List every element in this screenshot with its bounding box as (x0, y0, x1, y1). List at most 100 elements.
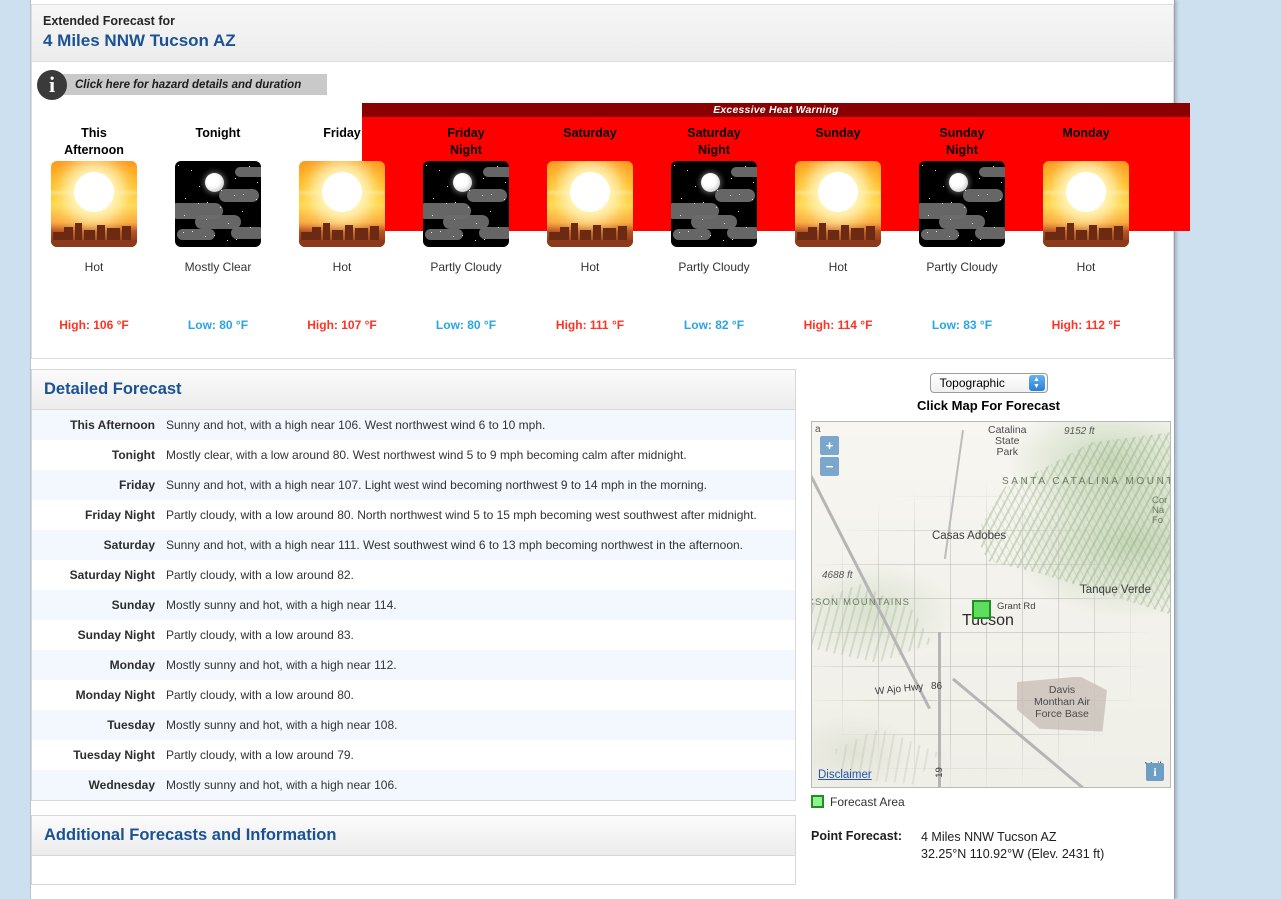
forecast-period-name: Saturday (563, 125, 617, 140)
forecast-period-4[interactable]: Saturday Hot High: 111 °F (528, 103, 652, 333)
forecast-period-name: This Afternoon (64, 125, 124, 157)
table-row: Tonight Mostly clear, with a low around 8… (32, 439, 795, 470)
forecast-period-1[interactable]: Tonight Mostly Clear Low: 80 °F (156, 103, 280, 333)
map-corner-letter: a (815, 423, 821, 435)
detailed-row-text: Partly cloudy, with a low around 80. (166, 687, 354, 702)
forecast-period-6[interactable]: Sunday Hot High: 114 °F (776, 103, 900, 333)
detailed-row-label: Tuesday (107, 717, 155, 732)
sunny-hot-icon (547, 160, 633, 247)
forecast-period-condition: Mostly Clear (184, 259, 252, 274)
detailed-forecast-section: Detailed Forecast This Afternoon Sunny an… (31, 368, 796, 801)
forecast-period-2[interactable]: Friday Hot High: 107 °F (280, 103, 404, 333)
detailed-row-label: Friday Night (84, 507, 155, 522)
detailed-row-text: Partly cloudy, with a low around 82. (166, 567, 354, 582)
hazard-label: Click here for hazard details and durati… (75, 78, 302, 91)
table-row: Sunday Mostly sunny and hot, with a high … (32, 589, 795, 620)
table-row: Sunday Night Partly cloudy, with a low ar… (32, 619, 795, 650)
detailed-row-label: Monday Night (75, 687, 155, 702)
table-row: This Afternoon Sunny and hot, with a high… (32, 409, 795, 440)
table-row: Monday Night Partly cloudy, with a low ar… (32, 679, 795, 710)
forecast-period-temperature: High: 114 °F (803, 317, 873, 332)
zoom-in-button[interactable]: + (820, 435, 839, 455)
table-row: Saturday Night Partly cloudy, with a low … (32, 559, 795, 590)
table-row: Wednesday Mostly sunny and hot, with a hi… (32, 769, 795, 800)
forecast-period-condition: Hot (84, 259, 104, 274)
point-forecast-values: 4 Miles NNW Tucson AZ 32.25°N 110.92°W (… (921, 829, 1104, 863)
legend-label: Forecast Area (830, 794, 905, 809)
detailed-row-text: Mostly sunny and hot, with a high near 1… (166, 597, 397, 612)
table-row: Saturday Sunny and hot, with a high near … (32, 529, 795, 560)
chevron-updown-icon[interactable]: ▲ ▼ (1028, 374, 1045, 391)
detailed-row-label: Tonight (111, 447, 155, 462)
detailed-row-text: Sunny and hot, with a high near 106. Wes… (166, 417, 546, 432)
forecast-period-temperature: Low: 80 °F (435, 317, 497, 332)
detailed-row-text: Partly cloudy, with a low around 79. (166, 747, 354, 762)
map-label-coronado-forest: Cor Na Fo (1152, 494, 1168, 526)
detailed-row-text: Mostly sunny and hot, with a high near 1… (166, 717, 398, 732)
page-background: Extended Forecast for 4 Miles NNW Tucson… (0, 0, 1281, 899)
forecast-period-8[interactable]: Monday Hot High: 112 °F (1024, 103, 1148, 333)
table-row: Friday Night Partly cloudy, with a low ar… (32, 499, 795, 530)
forecast-period-condition: Hot (828, 259, 848, 274)
forecast-period-7[interactable]: Sunday Night Partly Cloudy Low: 83 °F (900, 103, 1024, 333)
detailed-row-text: Sunny and hot, with a high near 111. Wes… (166, 537, 744, 552)
map-label-elev-4688: 4688 ft (822, 569, 853, 581)
forecast-period-3[interactable]: Friday Night Partly Cloudy Low: 80 °F (404, 103, 528, 333)
info-icon: i (37, 69, 67, 100)
forecast-period-5[interactable]: Saturday Night Partly Cloudy Low: 82 °F (652, 103, 776, 333)
zoom-out-button[interactable]: − (820, 456, 839, 476)
page-subtitle: Extended Forecast for (43, 14, 175, 28)
forecast-period-name: Sunday (815, 125, 861, 140)
additional-forecasts-title: Additional Forecasts and Information (44, 825, 337, 844)
detailed-row-text: Mostly sunny and hot, with a high near 1… (166, 657, 397, 672)
map-label-santa-catalina: SANTA CATALINA MOUNT (1002, 475, 1171, 487)
forecast-period-temperature: High: 112 °F (1051, 317, 1121, 332)
forecast-period-condition: Partly Cloudy (926, 259, 998, 274)
detailed-forecast-title: Detailed Forecast (44, 379, 182, 398)
detailed-row-label: Saturday (103, 537, 155, 552)
lower-section: Detailed Forecast This Afternoon Sunny an… (31, 368, 1174, 899)
detailed-forecast-table: This Afternoon Sunny and hot, with a high… (32, 409, 795, 800)
map-label-catalina-state-park: Catalina State Park (988, 423, 1027, 458)
forecast-area-marker[interactable] (972, 599, 991, 619)
forecast-periods-list: This Afternoon Hot High: 106 °F Tonight Mostl… (32, 103, 1173, 333)
table-row: Friday Sunny and hot, with a high near 10… (32, 469, 795, 500)
detailed-row-label: Tuesday Night (73, 747, 155, 762)
additional-forecasts-section: Additional Forecasts and Information (31, 814, 796, 885)
table-row: Tuesday Night Partly cloudy, with a low a… (32, 739, 795, 770)
forecast-period-temperature: High: 111 °F (555, 317, 625, 332)
map-info-icon[interactable]: i (1146, 762, 1164, 781)
detailed-row-label: This Afternoon (70, 417, 155, 432)
forecast-period-temperature: High: 107 °F (307, 317, 377, 332)
night-cloudy-icon (919, 160, 1005, 247)
night-cloudy-icon (671, 160, 757, 247)
additional-forecasts-header: Additional Forecasts and Information (32, 815, 795, 856)
basemap-select[interactable]: Topographic ▲ ▼ (929, 372, 1048, 393)
detailed-row-text: Mostly sunny and hot, with a high near 1… (166, 777, 398, 792)
interstate-19-line (938, 631, 941, 787)
map-column: Topographic ▲ ▼ Click Map For Forecast a… (796, 369, 1171, 863)
map-label-tucson-mountains: CSON MOUNTAINS (811, 596, 911, 608)
forecast-period-0[interactable]: This Afternoon Hot High: 106 °F (32, 103, 156, 333)
basemap-select-value: Topographic (939, 375, 1005, 390)
forecast-period-temperature: Low: 82 °F (683, 317, 745, 332)
forecast-period-condition: Hot (332, 259, 352, 274)
table-row: Tuesday Mostly sunny and hot, with a high… (32, 709, 795, 740)
forecast-period-name: Tonight (195, 125, 241, 140)
point-forecast-label: Point Forecast: (811, 828, 902, 843)
forecast-map[interactable]: a Catalina State Park 9152 ft SANTA CATALI… (811, 420, 1171, 788)
detailed-column: Detailed Forecast This Afternoon Sunny an… (31, 368, 796, 899)
map-label-route-19: 19 (933, 766, 945, 778)
detailed-row-label: Monday (109, 657, 155, 672)
detailed-row-text: Partly cloudy, with a low around 83. (166, 627, 354, 642)
detailed-forecast-header: Detailed Forecast (32, 369, 795, 410)
detailed-row-text: Partly cloudy, with a low around 80. Nor… (166, 507, 757, 522)
map-label-grant-rd: Grant Rd (997, 600, 1036, 612)
detailed-row-label: Wednesday (88, 777, 155, 792)
map-disclaimer-link[interactable]: Disclaimer (818, 769, 872, 781)
map-zoom-controls: + − (820, 435, 839, 478)
forecast-period-temperature: Low: 83 °F (931, 317, 993, 332)
detailed-row-label: Saturday Night (69, 567, 155, 582)
detailed-row-text: Sunny and hot, with a high near 107. Lig… (166, 477, 707, 492)
hazard-details-link[interactable]: i Click here for hazard details and dura… (37, 69, 328, 100)
